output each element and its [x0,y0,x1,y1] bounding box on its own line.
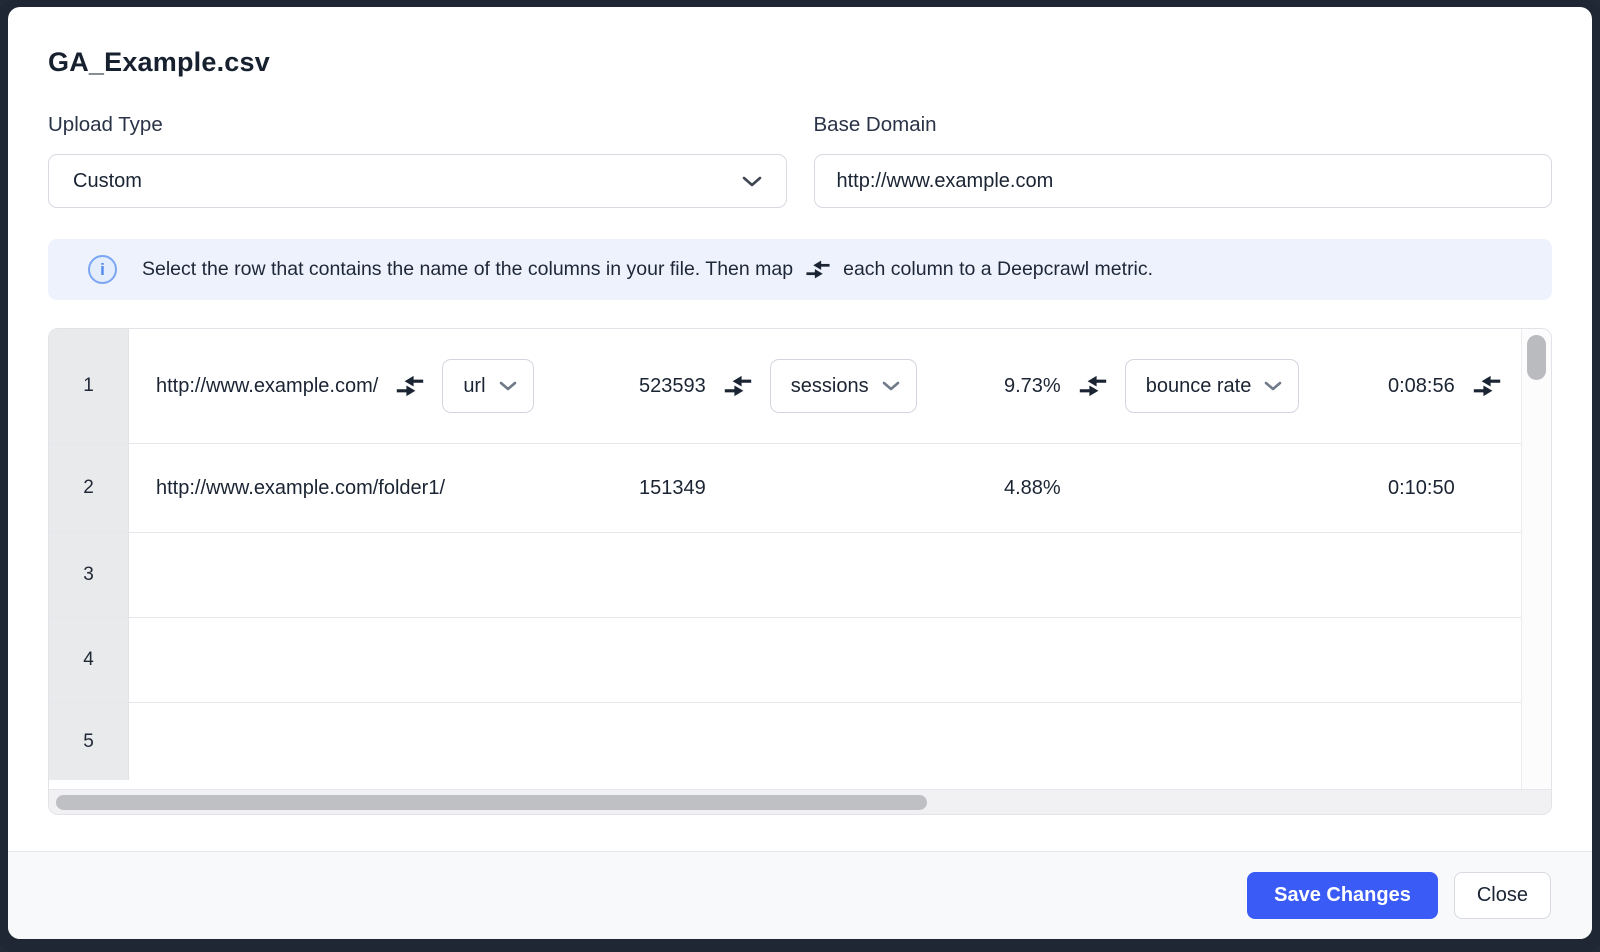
modal-overlay: GA_Example.csv Upload Type Custom Base D… [0,0,1600,952]
cell-value: 523593 [639,375,706,398]
chevron-down-icon [742,176,762,187]
row-number[interactable]: 3 [49,533,129,617]
vertical-scrollbar[interactable] [1521,329,1551,789]
column-cell-bounce-rate: 9.73% bounce rate [1004,359,1388,413]
horizontal-scrollbar-thumb[interactable] [56,795,927,810]
table-row[interactable]: 1 http://www.example.com/ url [49,329,1521,444]
cell-value: 151349 [639,477,706,500]
row-number[interactable]: 5 [49,703,129,780]
metric-dropdown-label: bounce rate [1146,375,1252,398]
save-changes-button[interactable]: Save Changes [1247,872,1438,919]
cell-value: 4.88% [1004,477,1061,500]
vertical-scrollbar-thumb[interactable] [1527,335,1546,380]
modal-title: GA_Example.csv [48,47,1552,78]
csv-preview-table: 1 http://www.example.com/ url [48,328,1552,815]
base-domain-field: Base Domain [814,113,1553,208]
cell-value: http://www.example.com/folder1/ [156,477,445,500]
metric-dropdown-url[interactable]: url [442,359,533,413]
table-row[interactable]: 5 [49,703,1521,780]
fields-row: Upload Type Custom Base Domain [48,113,1552,208]
upload-type-field: Upload Type Custom [48,113,787,208]
map-arrows-icon [395,374,425,398]
cell-value: http://www.example.com/ [156,375,378,398]
row-number[interactable]: 2 [49,444,129,532]
metric-dropdown-sessions[interactable]: sessions [770,359,917,413]
info-banner-text: Select the row that contains the name of… [142,258,1153,281]
info-text-after: each column to a Deepcrawl metric. [843,258,1153,281]
info-text-before: Select the row that contains the name of… [142,258,793,281]
table-row[interactable]: 2 http://www.example.com/folder1/ 151349… [49,444,1521,533]
column-cell-sessions: 523593 sessions [639,359,1004,413]
row-content [129,618,1521,702]
row-content [129,533,1521,617]
map-arrows-icon [723,374,753,398]
cell-value: 0:10:50 [1388,477,1455,500]
info-banner: i Select the row that contains the name … [48,239,1552,300]
row-content [129,703,1521,780]
column-cell-url: http://www.example.com/ url [156,359,639,413]
cell-value: 0:08:56 [1388,375,1455,398]
table-row[interactable]: 3 [49,533,1521,618]
base-domain-input[interactable] [814,154,1553,208]
horizontal-scrollbar[interactable] [49,789,1551,814]
modal-footer: Save Changes Close [8,851,1592,939]
upload-type-select[interactable]: Custom [48,154,787,208]
base-domain-label: Base Domain [814,113,1553,137]
row-content: http://www.example.com/ url [129,329,1521,443]
close-button[interactable]: Close [1454,872,1551,919]
chevron-down-icon [882,381,900,391]
map-arrows-icon [805,259,831,280]
info-icon: i [88,255,117,284]
chevron-down-icon [1264,381,1282,391]
map-arrows-icon [1078,374,1108,398]
cell-value: 9.73% [1004,375,1061,398]
map-arrows-icon [1472,374,1502,398]
column-cell-time: 0:08:56 [1388,374,1521,398]
metric-dropdown-label: url [463,375,485,398]
chevron-down-icon [499,381,517,391]
metric-dropdown-label: sessions [791,375,869,398]
row-number[interactable]: 1 [49,329,129,443]
row-number[interactable]: 4 [49,618,129,702]
upload-type-value: Custom [73,170,142,193]
csv-upload-modal: GA_Example.csv Upload Type Custom Base D… [8,7,1592,939]
table-row[interactable]: 4 [49,618,1521,703]
metric-dropdown-bounce-rate[interactable]: bounce rate [1125,359,1300,413]
row-content: http://www.example.com/folder1/ 151349 4… [129,444,1521,532]
table-rows-area: 1 http://www.example.com/ url [49,329,1521,789]
upload-type-label: Upload Type [48,113,787,137]
